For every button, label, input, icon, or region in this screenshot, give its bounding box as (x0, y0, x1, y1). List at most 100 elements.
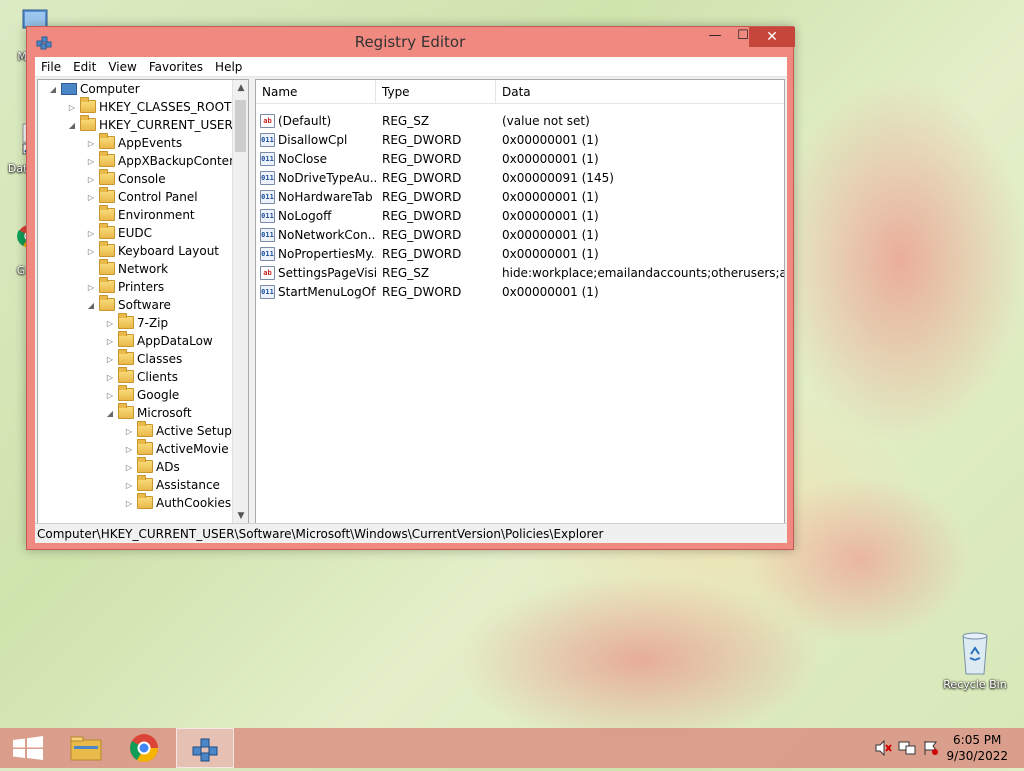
value-row[interactable]: abSettingsPageVisi... REG_SZ hide:workplac… (256, 264, 784, 283)
expand-arrow-icon[interactable]: ▷ (124, 441, 134, 459)
collapse-arrow-icon[interactable]: ◢ (105, 405, 115, 423)
value-row[interactable]: ab (Default) REG_SZ (value not set) (256, 112, 784, 131)
binary-value-icon: 011 (260, 208, 275, 223)
taskbar-registry-editor[interactable] (176, 728, 234, 768)
window-client: File Edit View Favorites Help ▷ AuthCookies ▷ A… (35, 57, 787, 543)
system-clock[interactable]: 6:05 PM 9/30/2022 (946, 732, 1008, 764)
tree-item[interactable]: ▷ AppXBackupContent (86, 151, 241, 171)
tree-item[interactable]: ▷ HKEY_CLASSES_ROOT (67, 97, 231, 117)
tree-item[interactable]: ◢ HKEY_CURRENT_USER (67, 115, 233, 135)
tree-item[interactable]: Network (86, 259, 169, 278)
taskbar-chrome[interactable] (116, 728, 172, 768)
taskbar-file-explorer[interactable] (58, 728, 114, 768)
tree-item[interactable]: Environment (86, 205, 195, 224)
string-value-icon: ab (260, 265, 275, 280)
scroll-up-arrow-icon[interactable]: ▲ (233, 80, 248, 96)
title-bar[interactable]: Registry Editor — ☐ ✕ (27, 27, 795, 57)
expand-arrow-icon[interactable]: ▷ (105, 369, 115, 387)
tree-item[interactable]: ▷ Assistance (124, 475, 220, 495)
expand-arrow-icon[interactable]: ▷ (86, 171, 96, 189)
value-row[interactable]: 011 NoNetworkCon... REG_DWORD 0x00000001 (1… (256, 226, 784, 245)
folder-icon (99, 205, 115, 221)
expand-arrow-icon[interactable]: ▷ (105, 387, 115, 405)
tree-item-label: AuthCookies (156, 496, 232, 510)
value-data: 0x00000001 (1) (502, 190, 599, 204)
tree-item[interactable]: ▷ Google (105, 385, 179, 405)
value-row[interactable]: 011 StartMenuLogOff REG_DWORD 0x00000001 (1… (256, 283, 784, 302)
expand-arrow-icon[interactable]: ▷ (86, 189, 96, 207)
scroll-thumb[interactable] (235, 100, 246, 152)
action-center-icon[interactable] (922, 740, 940, 756)
expand-arrow-icon[interactable]: ▷ (86, 279, 96, 297)
menu-help[interactable]: Help (209, 57, 248, 77)
tree-item[interactable]: ▷ Clients (105, 367, 178, 387)
tree-item[interactable]: ▷ ADs (124, 457, 180, 477)
key-tree[interactable]: ▷ AuthCookies ▷ Assistance ▷ ADs ▷ ActiveMovie ▷… (37, 79, 249, 541)
column-header-name[interactable]: Name (256, 80, 376, 104)
expand-arrow-icon[interactable]: ▷ (105, 351, 115, 369)
tree-item[interactable]: ▷ Console (86, 169, 166, 189)
expand-arrow-icon[interactable]: ▷ (86, 153, 96, 171)
tree-item[interactable]: ▷ EUDC (86, 223, 152, 243)
expand-arrow-icon[interactable]: ▷ (124, 477, 134, 495)
folder-icon (99, 259, 115, 275)
tree-item[interactable]: ▷ AuthCookies (124, 493, 232, 513)
close-button[interactable]: ✕ (749, 27, 795, 47)
value-type: REG_DWORD (382, 171, 462, 185)
desktop-icon-recycle-bin[interactable]: Recycle Bin (940, 630, 1010, 691)
value-row[interactable]: 011 NoPropertiesMy... REG_DWORD 0x00000001 … (256, 245, 784, 264)
network-icon[interactable] (898, 740, 916, 756)
expand-arrow-icon[interactable]: ▷ (105, 315, 115, 333)
expand-arrow-icon[interactable]: ▷ (86, 225, 96, 243)
expand-arrow-icon[interactable]: ▷ (105, 333, 115, 351)
collapse-arrow-icon[interactable]: ◢ (48, 81, 58, 99)
column-header-type[interactable]: Type (376, 80, 496, 104)
value-row[interactable]: 011 NoDriveTypeAu... REG_DWORD 0x00000091 (… (256, 169, 784, 188)
value-list[interactable]: Name Type Data ab (Default) REG_SZ (value n… (255, 79, 785, 541)
tree-item[interactable]: ▷ Printers (86, 277, 165, 297)
tree-item[interactable]: ▷ Active Setup (124, 421, 232, 441)
tree-item[interactable]: ▷ Keyboard Layout (86, 241, 219, 261)
value-row[interactable]: 011 NoClose REG_DWORD 0x00000001 (1) (256, 150, 784, 169)
expand-arrow-icon[interactable]: ▷ (67, 99, 77, 117)
tree-item[interactable]: ▷ 7-Zip (105, 313, 168, 333)
value-row[interactable]: 011 NoLogoff REG_DWORD 0x00000001 (1) (256, 207, 784, 226)
expand-arrow-icon[interactable]: ▷ (124, 423, 134, 441)
tree-item-label: Assistance (156, 478, 220, 492)
speaker-muted-icon[interactable] (874, 740, 892, 756)
column-header-data[interactable]: Data (496, 80, 784, 104)
expand-arrow-icon[interactable]: ▷ (124, 459, 134, 477)
registry-editor-window[interactable]: Registry Editor — ☐ ✕ File Edit View Favori… (26, 26, 795, 550)
tree-item-label: Network (118, 262, 169, 276)
tree-item-label: Printers (118, 280, 165, 294)
value-row[interactable]: 011 DisallowCpl REG_DWORD 0x00000001 (1) (256, 131, 784, 150)
tree-item[interactable]: ▷ Classes (105, 349, 182, 369)
tree-vertical-scrollbar[interactable]: ▲ ▼ (232, 80, 248, 524)
menu-edit[interactable]: Edit (67, 57, 102, 77)
expand-arrow-icon[interactable]: ▷ (86, 135, 96, 153)
scroll-down-arrow-icon[interactable]: ▼ (233, 508, 248, 524)
expand-arrow-icon[interactable]: ▷ (124, 495, 134, 513)
tree-item[interactable]: ◢ Microsoft (105, 403, 192, 423)
start-button[interactable] (0, 728, 56, 768)
tree-item[interactable]: ▷ AppEvents (86, 133, 182, 153)
tree-item[interactable]: ▷ AppDataLow (105, 331, 213, 351)
folder-icon (137, 493, 153, 509)
tree-item[interactable]: ▷ ActiveMovie (124, 439, 229, 459)
binary-value-icon: 011 (260, 151, 275, 166)
collapse-arrow-icon[interactable]: ◢ (67, 117, 77, 135)
minimize-button[interactable]: — (701, 27, 729, 47)
registry-editor-icon (192, 738, 218, 762)
menu-view[interactable]: View (102, 57, 142, 77)
tree-item[interactable]: ◢ Software (86, 295, 171, 315)
tree-item[interactable]: ◢ Computer (48, 80, 140, 98)
value-row[interactable]: 011 NoHardwareTab REG_DWORD 0x00000001 (1) (256, 188, 784, 207)
collapse-arrow-icon[interactable]: ◢ (86, 297, 96, 315)
tree-item[interactable]: ▷ Control Panel (86, 187, 198, 207)
value-name: NoClose (278, 152, 328, 166)
expand-arrow-icon[interactable]: ▷ (86, 243, 96, 261)
value-type: REG_DWORD (382, 247, 462, 261)
menu-file[interactable]: File (35, 57, 67, 77)
menu-favorites[interactable]: Favorites (143, 57, 209, 77)
value-data: (value not set) (502, 114, 590, 128)
